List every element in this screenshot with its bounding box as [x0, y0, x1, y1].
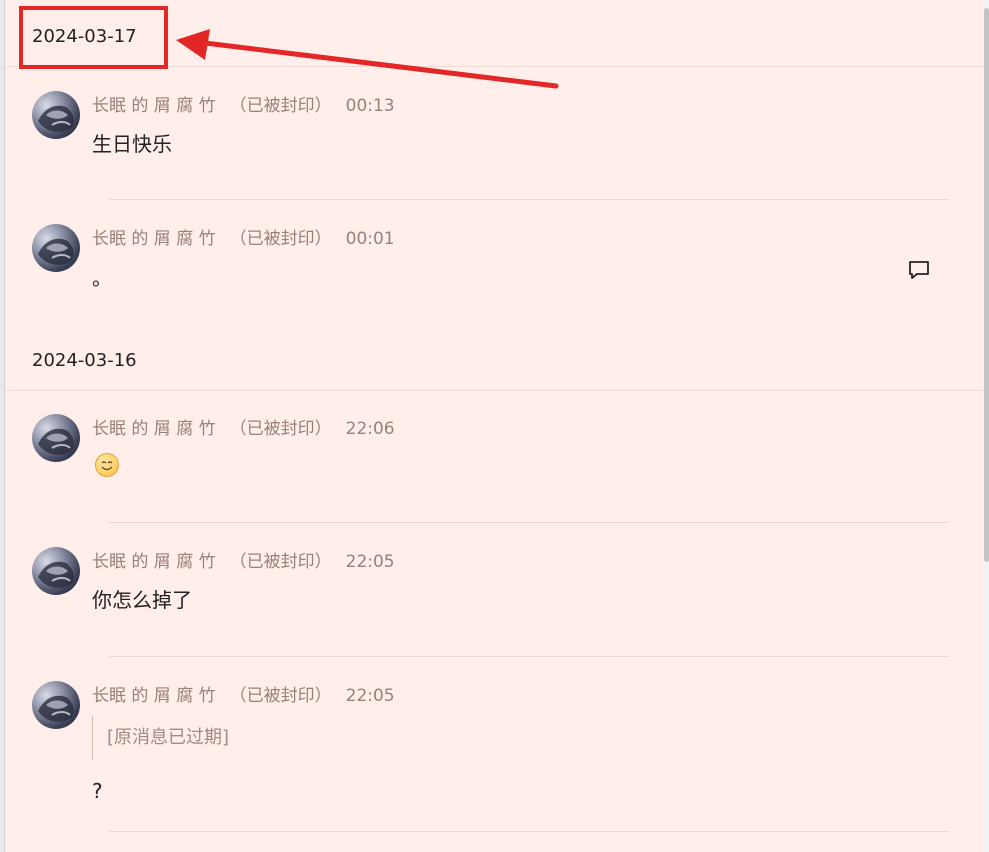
date-header: 2024-03-16	[5, 334, 984, 391]
message-time: 00:13	[345, 96, 395, 116]
message-meta: 长眠 的 屑 腐 竹 （已被封印） 00:01	[92, 224, 395, 249]
avatar[interactable]	[32, 414, 80, 462]
scrollbar[interactable]	[984, 0, 989, 852]
avatar[interactable]	[32, 224, 80, 272]
message-text: ?	[92, 779, 103, 803]
message-meta: 长眠 的 屑 腐 竹 （已被封印） 22:05	[92, 681, 395, 706]
sender-status: （已被封印）	[229, 552, 332, 572]
message-text: 你怎么掉了	[92, 588, 192, 612]
message-divider	[109, 522, 949, 523]
message-time: 22:05	[345, 552, 395, 572]
quoted-message[interactable]: [原消息已过期]	[92, 716, 229, 760]
message-text: 。	[92, 266, 112, 290]
scrollbar-thumb[interactable]	[984, 8, 989, 562]
sender-name[interactable]: 长眠 的 屑 腐 竹	[92, 686, 216, 706]
reply-icon[interactable]	[907, 258, 931, 282]
message-item[interactable]: 长眠 的 屑 腐 竹 （已被封印） 22:05 你怎么掉了	[5, 547, 984, 657]
message-time: 22:06	[345, 419, 395, 439]
message-item[interactable]: 长眠 的 屑 腐 竹 （已被封印） 00:13 生日快乐	[5, 91, 984, 201]
message-time: 00:01	[345, 229, 395, 249]
sender-status: （已被封印）	[229, 419, 332, 439]
message-divider	[109, 831, 949, 832]
message-meta: 长眠 的 屑 腐 竹 （已被封印） 22:06	[92, 414, 395, 439]
message-meta: 长眠 的 屑 腐 竹 （已被封印） 00:13	[92, 91, 395, 116]
avatar[interactable]	[32, 681, 80, 729]
date-label: 2024-03-16	[32, 350, 137, 371]
chat-history-panel[interactable]: 2024-03-17 长眠 的 屑 腐 竹（已被封印） 00:13 生日快乐 长眠…	[5, 0, 984, 852]
sender-status: （已被封印）	[229, 96, 332, 116]
message-text: 生日快乐	[92, 132, 172, 156]
sender-status: （已被封印）	[229, 229, 332, 249]
message-divider	[109, 199, 949, 200]
message-meta: 长眠 的 屑 腐 竹 （已被封印） 22:05	[92, 547, 395, 572]
message-time: 22:05	[345, 686, 395, 706]
avatar[interactable]	[32, 547, 80, 595]
message-divider	[109, 656, 949, 657]
sender-name[interactable]: 长眠 的 屑 腐 竹	[92, 552, 216, 572]
avatar[interactable]	[32, 91, 80, 139]
sender-name[interactable]: 长眠 的 屑 腐 竹	[92, 229, 216, 249]
smile-emoji	[95, 453, 119, 477]
annotation-highlight-box	[19, 6, 168, 69]
sender-status: （已被封印）	[229, 686, 332, 706]
sender-name[interactable]: 长眠 的 屑 腐 竹	[92, 96, 216, 116]
message-item[interactable]: 长眠 的 屑 腐 竹 （已被封印） 22:05 [原消息已过期] ?	[5, 681, 984, 841]
message-item[interactable]: 长眠 的 屑 腐 竹 （已被封印） 22:06	[5, 414, 984, 524]
sender-name[interactable]: 长眠 的 屑 腐 竹	[92, 419, 216, 439]
message-item[interactable]: 长眠 的 屑 腐 竹 （已被封印） 00:01 。	[5, 224, 984, 334]
